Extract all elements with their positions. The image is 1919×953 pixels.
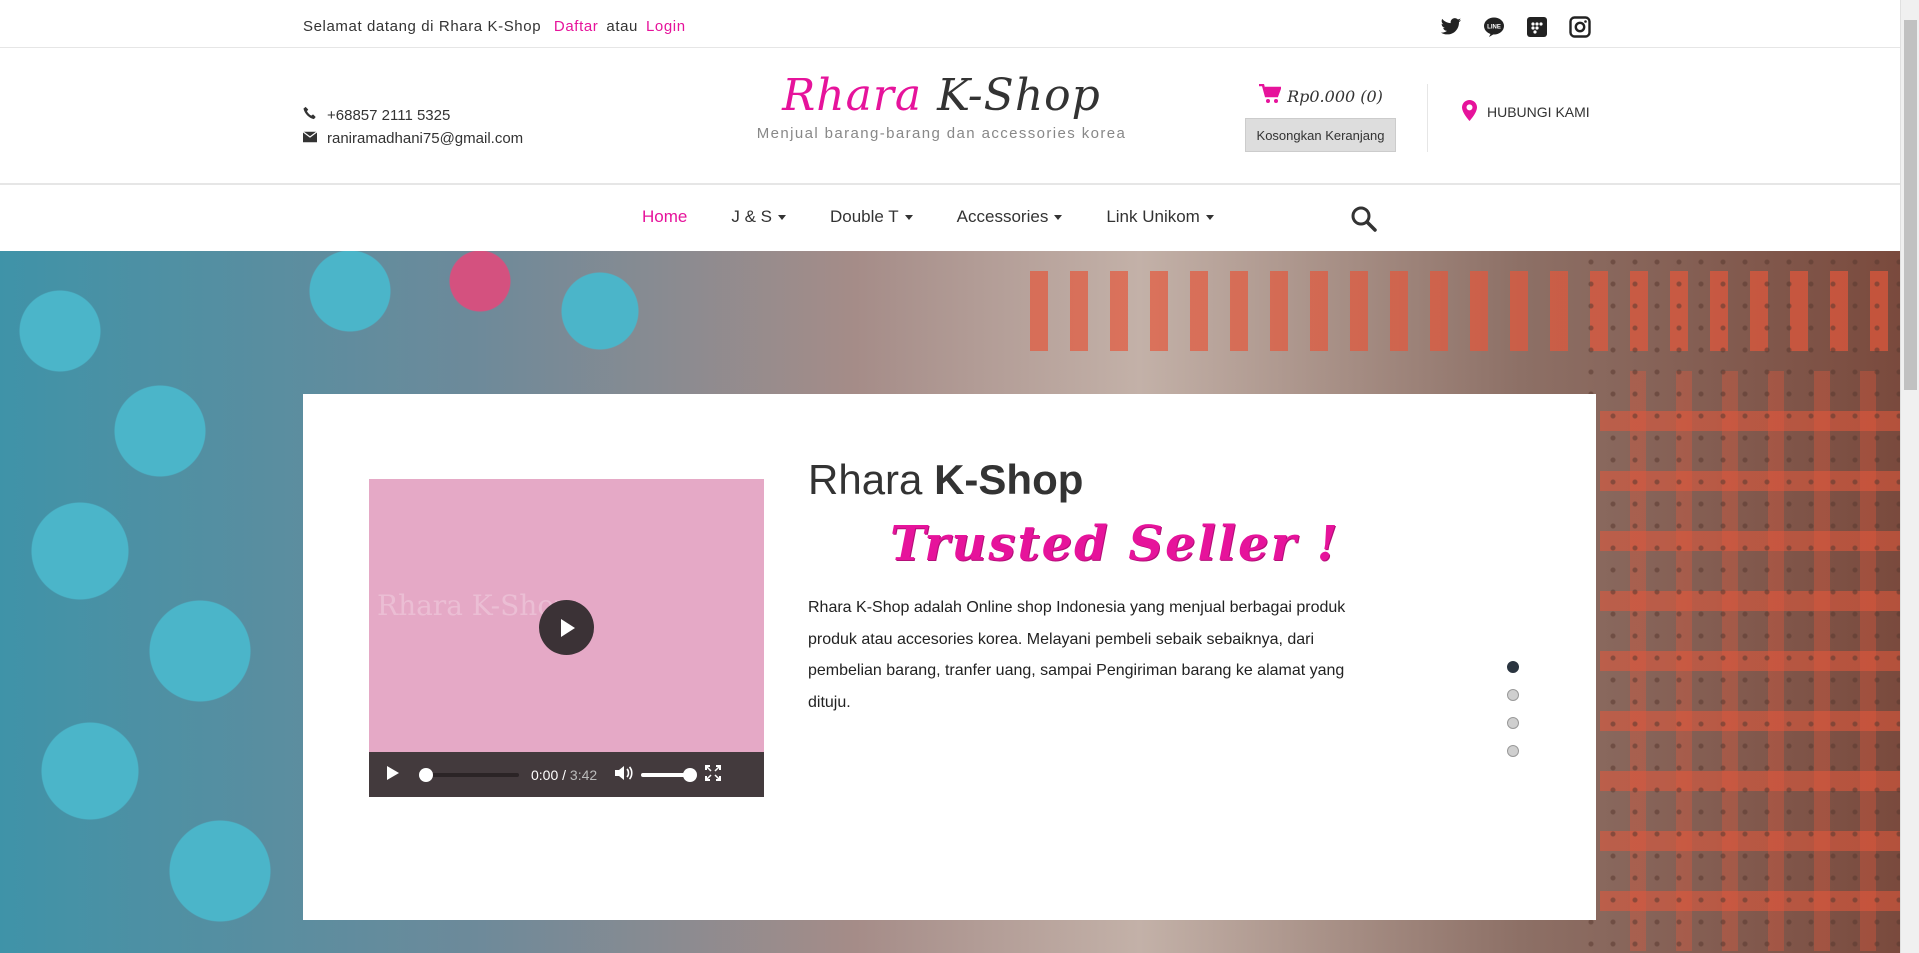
nav-label: Home xyxy=(642,207,688,226)
bbm-icon[interactable] xyxy=(1526,16,1548,38)
logo-title-pink: Rhara xyxy=(782,70,923,121)
welcome-text: Selamat datang di Rhara K-Shop xyxy=(303,18,542,35)
video-current-time: 0:00 xyxy=(531,766,559,783)
slider-dot[interactable] xyxy=(1507,661,1519,673)
svg-text:LINE: LINE xyxy=(1487,25,1501,31)
seek-handle[interactable] xyxy=(419,767,433,782)
scrollbar-thumb[interactable] xyxy=(1904,20,1917,390)
hero-description: Rhara K-Shop adalah Online shop Indonesi… xyxy=(808,599,1346,711)
top-bar: Selamat datang di Rhara K-Shop Daftar ata… xyxy=(0,4,1900,48)
site-logo[interactable]: Rhara K-Shop Menjual barang-barang dan a… xyxy=(700,70,1183,142)
volume-handle[interactable] xyxy=(683,767,698,782)
nav-item-home[interactable]: Home xyxy=(642,207,687,227)
register-link[interactable]: Daftar xyxy=(554,18,598,35)
header-divider xyxy=(1427,84,1428,152)
video-time: 0:00 / 3:42 xyxy=(531,766,598,783)
hero-title: Rhara K-Shop xyxy=(808,456,1368,504)
video-player[interactable]: Rhara K-Shop 0:00 / 3:42 xyxy=(369,479,764,797)
logo-title-dark: K-Shop xyxy=(937,70,1101,121)
site-header: +68857 2111 5325 raniramadhani75@gmail.c… xyxy=(0,48,1900,184)
empty-cart-button[interactable]: Kosongkan Keranjang xyxy=(1245,118,1396,152)
site-tagline: Menjual barang-barang dan accessories ko… xyxy=(756,125,1127,142)
video-seek-bar[interactable] xyxy=(419,767,519,782)
logo-title: Rhara K-Shop xyxy=(700,70,1183,121)
caret-down-icon xyxy=(1054,214,1063,220)
or-text: atau xyxy=(606,18,638,35)
social-links: LINE xyxy=(1440,16,1591,38)
cart-icon xyxy=(1259,83,1282,108)
hero-banner: Rhara K-Shop 0:00 / 3:42 Rhara K-Shop Tr… xyxy=(0,251,1900,953)
page-scrollbar[interactable] xyxy=(1900,0,1919,953)
nav-item-accessories[interactable]: Accessories xyxy=(957,207,1063,227)
slider-dot[interactable] xyxy=(1507,689,1519,701)
slider-dot[interactable] xyxy=(1507,745,1519,757)
welcome-bar: Selamat datang di Rhara K-Shop Daftar ata… xyxy=(303,18,694,35)
cart-total: Rp0.000 (0) xyxy=(1287,86,1383,106)
hero-title-light: Rhara xyxy=(808,456,923,503)
nav-label: J & S xyxy=(731,207,772,226)
search-icon[interactable] xyxy=(1350,205,1378,233)
nav-label: Double T xyxy=(829,207,899,226)
contact-us-link[interactable]: HUBUNGI KAMI xyxy=(1462,100,1590,124)
play-icon[interactable] xyxy=(387,766,399,783)
hero-title-bold: K-Shop xyxy=(934,456,1084,503)
hero-background-image xyxy=(1580,251,1900,953)
hero-slide-card: Rhara K-Shop 0:00 / 3:42 Rhara K-Shop Tr… xyxy=(303,394,1596,920)
video-duration: 3:42 xyxy=(569,766,598,783)
trusted-seller-heading: Trusted Seller ! xyxy=(890,516,1340,572)
caret-down-icon xyxy=(904,214,913,220)
cart-widget: Rp0.000 (0) Kosongkan Keranjang xyxy=(1245,83,1397,152)
nav-item-js[interactable]: J & S xyxy=(731,207,786,227)
caret-down-icon xyxy=(1205,214,1214,220)
contact-us-label: HUBUNGI KAMI xyxy=(1487,104,1590,120)
slider-pagination xyxy=(1507,661,1519,757)
cart-summary[interactable]: Rp0.000 (0) xyxy=(1245,83,1397,108)
nav-label: Link Unikom xyxy=(1106,207,1200,226)
caret-down-icon xyxy=(777,214,786,220)
volume-icon[interactable] xyxy=(615,765,633,784)
slider-dot[interactable] xyxy=(1507,717,1519,729)
video-play-button[interactable] xyxy=(539,600,594,655)
fullscreen-icon[interactable] xyxy=(705,765,722,784)
video-controls: 0:00 / 3:42 xyxy=(369,752,764,797)
nav-item-double-t[interactable]: Double T xyxy=(830,207,913,227)
login-link[interactable]: Login xyxy=(646,18,686,35)
line-icon[interactable]: LINE xyxy=(1483,16,1505,38)
instagram-icon[interactable] xyxy=(1569,16,1591,38)
envelope-icon xyxy=(302,127,318,150)
nav-item-link-unikom[interactable]: Link Unikom xyxy=(1106,207,1214,227)
phone-number: +68857 2111 5325 xyxy=(327,107,451,124)
hero-text: Rhara K-Shop Trusted Seller ! Rhara K-Sh… xyxy=(808,456,1368,718)
contact-info: +68857 2111 5325 raniramadhani75@gmail.c… xyxy=(302,104,523,150)
email-address[interactable]: raniramadhani75@gmail.com xyxy=(327,127,523,150)
volume-slider[interactable] xyxy=(641,767,698,782)
twitter-icon[interactable] xyxy=(1440,16,1462,38)
nav-label: Accessories xyxy=(956,207,1049,226)
main-nav: Home J & S Double T Accessories Link Uni… xyxy=(0,184,1900,251)
phone-icon xyxy=(303,104,317,127)
map-pin-icon xyxy=(1462,100,1477,124)
